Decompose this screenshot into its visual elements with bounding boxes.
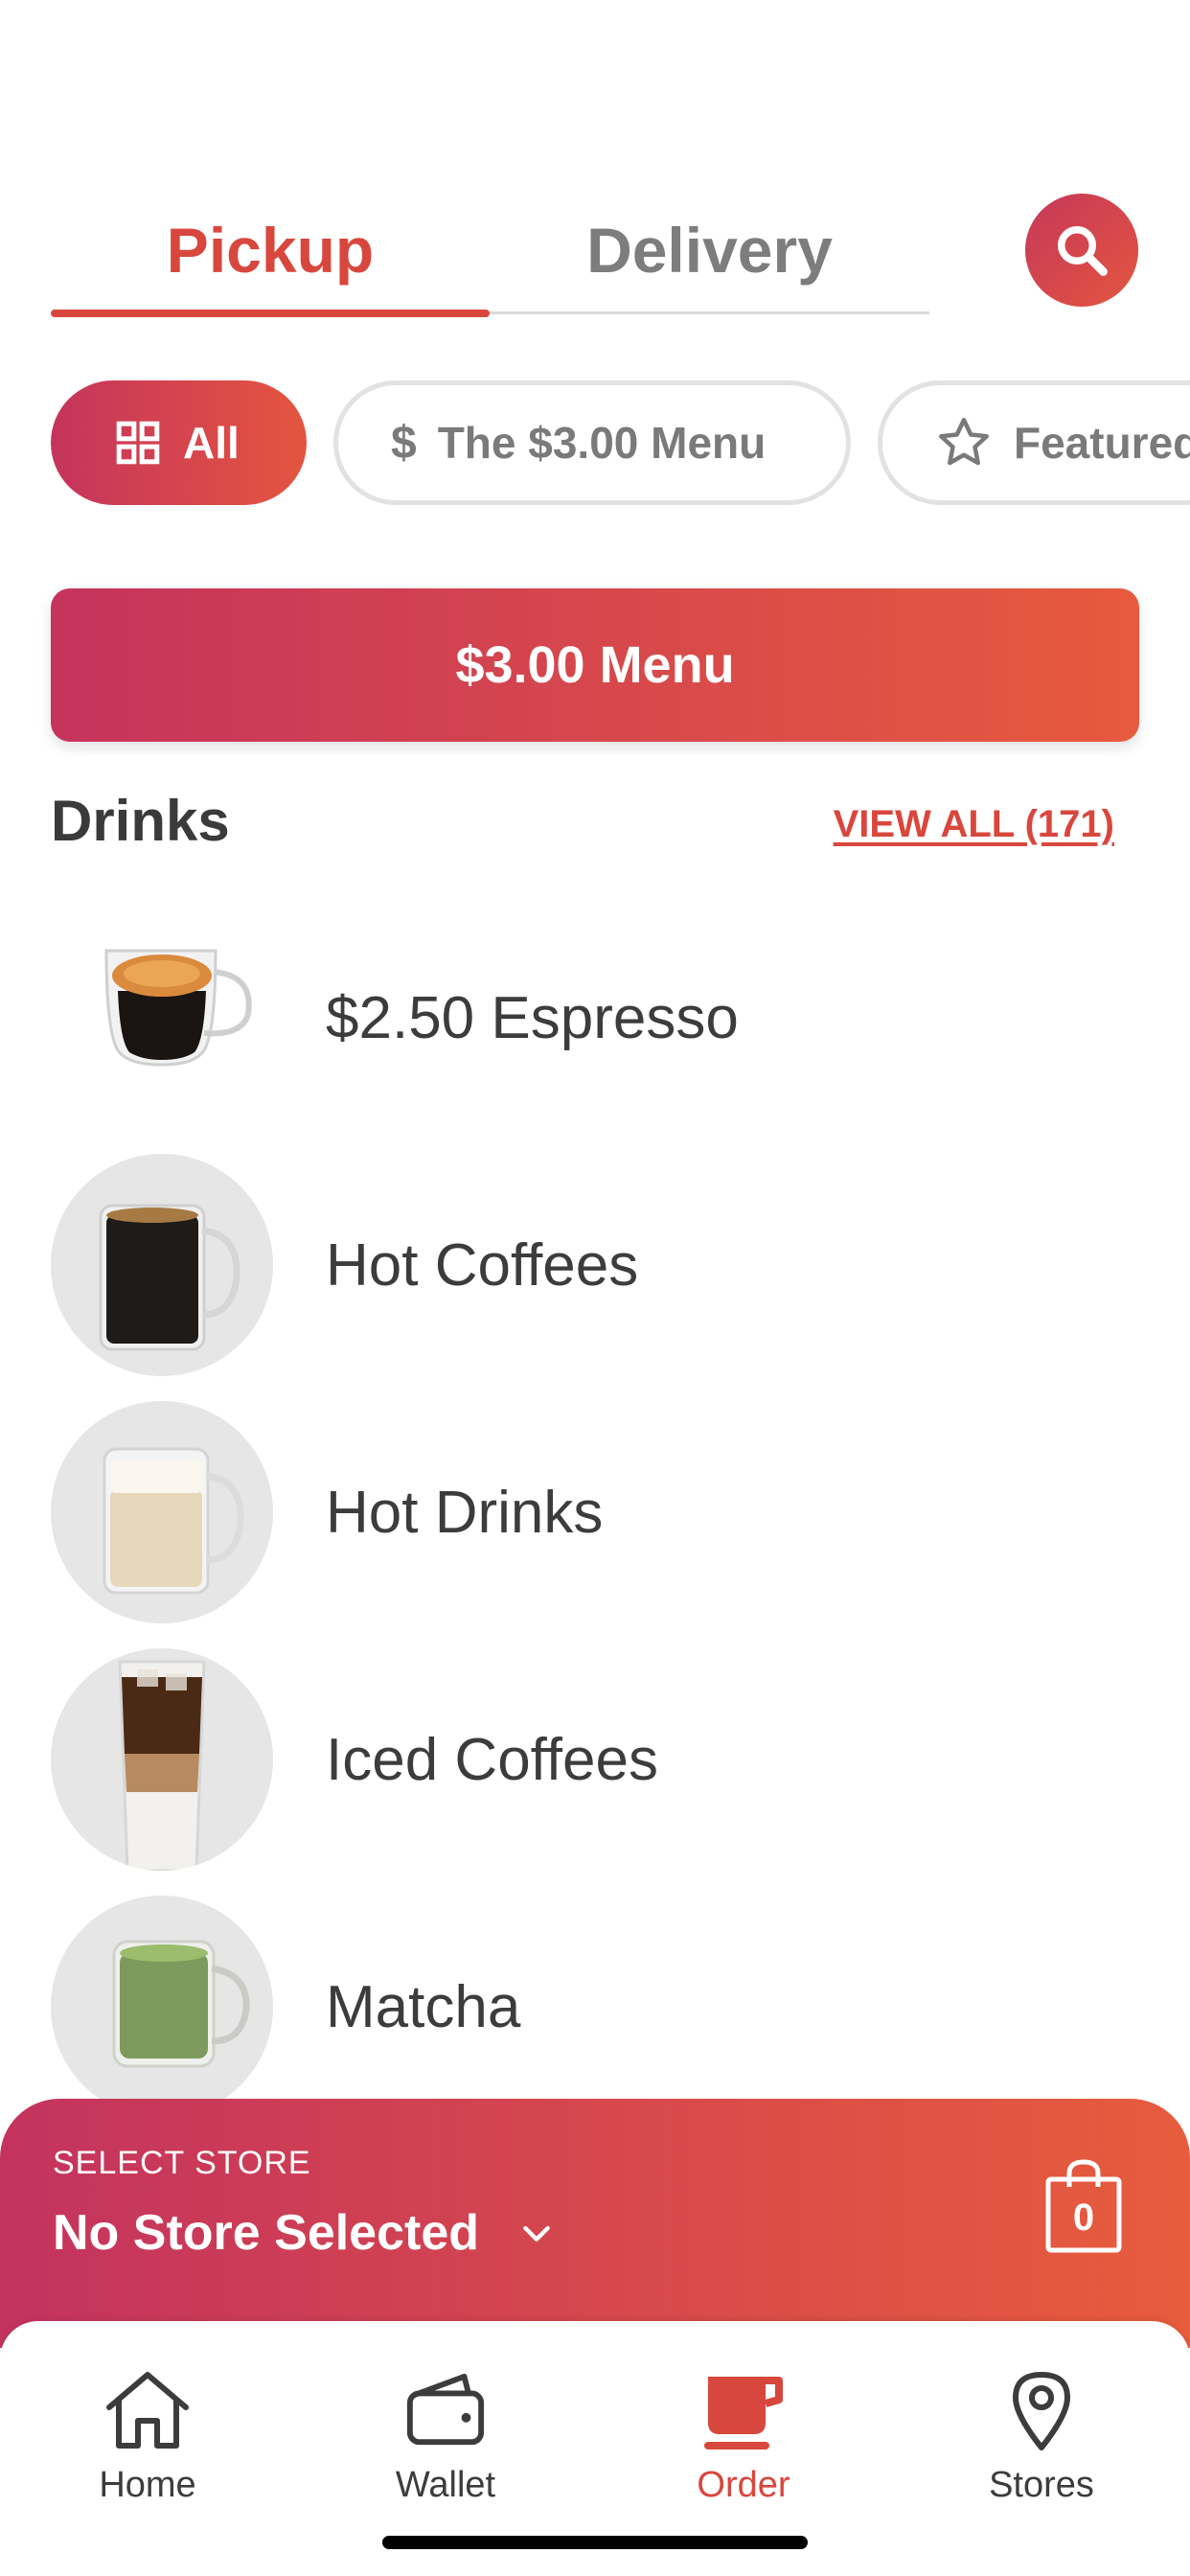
filter-chips: All $ The $3.00 Menu Featured xyxy=(51,380,1190,505)
order-type-tabs: Pickup Delivery xyxy=(51,182,929,318)
list-item-espresso[interactable]: $2.50 Espresso xyxy=(51,903,1139,1133)
search-icon xyxy=(1058,226,1108,276)
list-item-matcha[interactable]: Matcha xyxy=(51,1892,1139,2122)
home-icon xyxy=(106,2372,189,2449)
search-button[interactable] xyxy=(1025,194,1138,307)
coffee-cup-icon xyxy=(704,2377,783,2450)
select-store-caption: SELECT STORE xyxy=(53,2145,311,2181)
nav-stores[interactable]: Stores xyxy=(946,2369,1137,2506)
filter-chip-all[interactable]: All xyxy=(51,380,307,505)
nav-label: Stores xyxy=(989,2465,1094,2505)
espresso-cup-image xyxy=(51,907,273,1129)
section-title: Drinks xyxy=(51,789,230,853)
cart-button[interactable]: 0 xyxy=(1044,2158,1123,2254)
item-label: Hot Coffees xyxy=(326,1231,639,1299)
filter-chip-label: The $3.00 Menu xyxy=(437,418,767,468)
filter-chip-label: Featured xyxy=(1014,418,1190,468)
list-item-iced-coffees[interactable]: Iced Coffees xyxy=(51,1644,1139,1874)
filter-chip-label: All xyxy=(183,418,240,468)
chevron-down-icon xyxy=(517,2214,556,2252)
home-indicator[interactable] xyxy=(382,2536,808,2549)
nav-order[interactable]: Order xyxy=(648,2369,839,2506)
list-item-hot-drinks[interactable]: Hot Drinks xyxy=(51,1397,1139,1627)
hot-coffee-mug-image xyxy=(51,1154,273,1376)
cart-count: 0 xyxy=(1072,2196,1095,2239)
store-name[interactable]: No Store Selected xyxy=(53,2204,556,2262)
item-label: Matcha xyxy=(326,1973,521,2040)
item-label: $2.50 Espresso xyxy=(326,984,739,1051)
dollar-icon: $ xyxy=(391,417,417,469)
iced-coffee-glass-image xyxy=(51,1648,273,1871)
item-label: Iced Coffees xyxy=(326,1726,658,1793)
grid-icon xyxy=(114,419,162,467)
store-name-label: No Store Selected xyxy=(53,2205,480,2261)
nav-wallet[interactable]: Wallet xyxy=(350,2369,541,2506)
wallet-icon xyxy=(406,2373,485,2446)
filter-chip-3-menu[interactable]: $ The $3.00 Menu xyxy=(333,380,851,505)
location-pin-icon xyxy=(1013,2372,1070,2450)
list-item-hot-coffees[interactable]: Hot Coffees xyxy=(51,1150,1139,1380)
nav-label: Wallet xyxy=(395,2465,496,2505)
tab-delivery[interactable]: Delivery xyxy=(490,182,929,318)
store-selector-bar[interactable]: SELECT STORE No Store Selected 0 xyxy=(0,2099,1190,2348)
filter-chip-featured[interactable]: Featured xyxy=(878,380,1190,505)
matcha-mug-image xyxy=(51,1896,273,2118)
star-icon xyxy=(935,414,993,472)
nav-home[interactable]: Home xyxy=(52,2369,243,2506)
latte-mug-image xyxy=(51,1401,273,1623)
three-dollar-menu-banner[interactable]: $3.00 Menu xyxy=(51,588,1139,742)
view-all-link[interactable]: VIEW ALL (171) xyxy=(834,803,1114,846)
tab-pickup[interactable]: Pickup xyxy=(51,182,490,318)
nav-label: Home xyxy=(99,2465,196,2505)
nav-label: Order xyxy=(697,2465,790,2505)
active-tab-indicator xyxy=(51,310,490,317)
item-label: Hot Drinks xyxy=(326,1479,604,1546)
